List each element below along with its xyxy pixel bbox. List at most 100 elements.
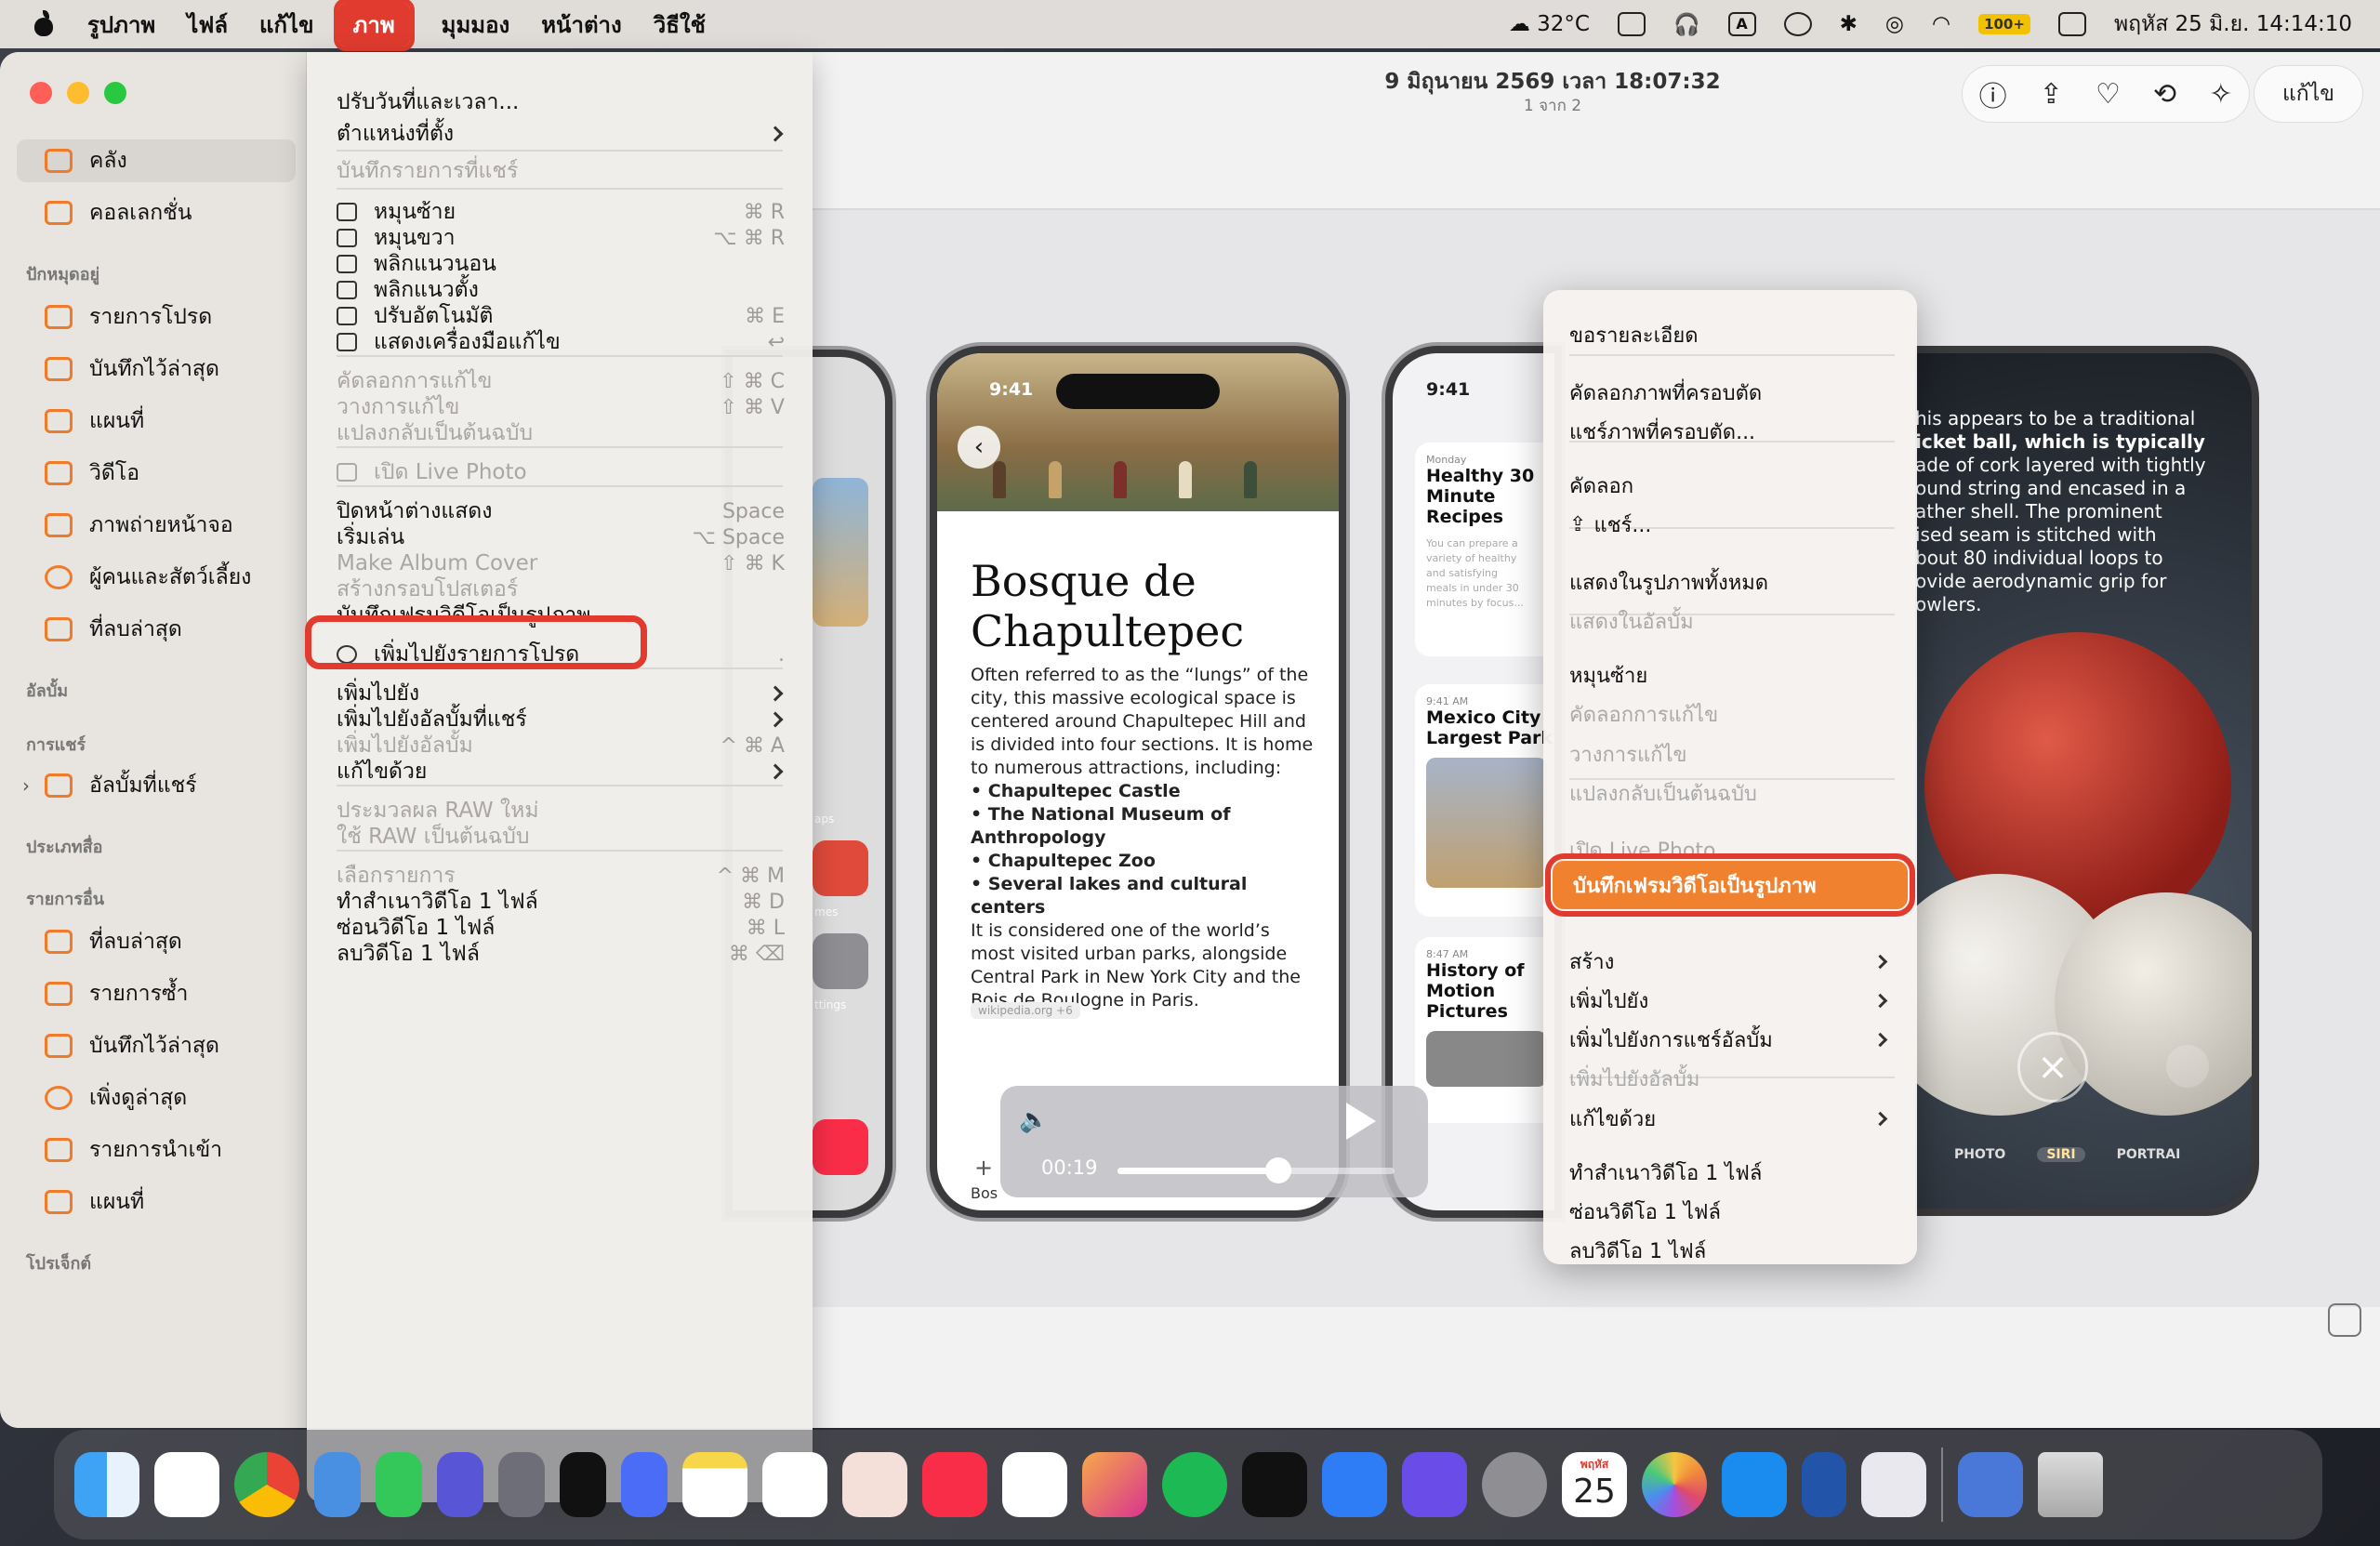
wifi-icon[interactable]: ◠ bbox=[1932, 12, 1950, 36]
image-menu-item[interactable]: แก้ไขด้วย bbox=[337, 753, 798, 790]
close-window-button[interactable] bbox=[30, 82, 52, 104]
sidebar-item-recently-saved-2[interactable]: บันทึกไว้ล่าสุด bbox=[17, 1024, 296, 1067]
launchpad-icon[interactable] bbox=[1861, 1452, 1926, 1517]
share-icon[interactable]: ⇪ bbox=[2040, 78, 2063, 111]
menu-bar-clock[interactable]: พฤหัส 25 มิ.ย. 14:14:10 bbox=[2114, 7, 2352, 41]
context-menu-item[interactable]: คัดลอก bbox=[1569, 468, 1895, 503]
music-icon[interactable] bbox=[922, 1452, 987, 1517]
sidebar-item-map-2[interactable]: แผนที่ bbox=[17, 1181, 296, 1223]
sidebar-item-map[interactable]: แผนที่ bbox=[17, 400, 296, 443]
app-icon[interactable] bbox=[560, 1452, 606, 1517]
image-menu-item[interactable]: ลบวิดีโอ 1 ไฟล์ ⌘ ⌫ bbox=[337, 935, 798, 972]
sidebar-item-shared-albums[interactable]: › อัลบั้มที่แชร์ bbox=[17, 764, 296, 807]
sidebar-item-videos[interactable]: วิดีโอ bbox=[17, 452, 296, 495]
input-source-icon[interactable]: A bbox=[1727, 12, 1756, 36]
live-text-icon[interactable] bbox=[2328, 1303, 2361, 1337]
image-menu-item[interactable]: แสดงเครื่องมือแก้ไข ↩ bbox=[337, 324, 798, 361]
notes-icon[interactable] bbox=[682, 1452, 747, 1517]
sidebar-item-duplicates[interactable]: รายการซ้ำ bbox=[17, 972, 296, 1015]
context-menu-item[interactable]: หมุนซ้าย bbox=[1569, 657, 1895, 693]
menu-edit[interactable]: แก้ไข bbox=[259, 7, 313, 43]
video-scrubber[interactable] bbox=[1117, 1157, 1395, 1183]
calendar-icon[interactable]: พฤหัส 25 bbox=[1562, 1452, 1627, 1517]
sidebar-item-imports[interactable]: รายการนำเข้า bbox=[17, 1129, 296, 1171]
volume-icon[interactable]: 🔈 bbox=[1019, 1106, 1049, 1134]
control-center-icon[interactable] bbox=[2057, 12, 2086, 36]
sidebar-item-people-pets[interactable]: ผู้คนและสัตว์เลี้ยง bbox=[17, 556, 296, 599]
context-menu-item-save-frame[interactable]: บันทึกเฟรมวิดีโอเป็นรูปภาพ bbox=[1545, 853, 1915, 917]
headphones-icon[interactable]: 🎧 bbox=[1673, 12, 1700, 37]
minimize-window-button[interactable] bbox=[67, 82, 89, 104]
spotify-icon[interactable] bbox=[1162, 1452, 1227, 1517]
app-icon[interactable] bbox=[376, 1452, 422, 1517]
app-icon[interactable] bbox=[842, 1452, 907, 1517]
edit-button[interactable]: แก้ไข bbox=[2254, 65, 2363, 123]
apple-tv-icon[interactable] bbox=[1242, 1452, 1307, 1517]
article-outro: It is considered one of the world’s most… bbox=[971, 920, 1301, 1011]
context-menu-item[interactable]: ขอรายละเอียด bbox=[1569, 317, 1895, 352]
keyboard-icon[interactable] bbox=[1617, 12, 1646, 36]
sidebar-item-favorites[interactable]: รายการโปรด bbox=[17, 296, 296, 338]
rotate-icon[interactable]: ⟲ bbox=[2153, 78, 2176, 111]
battery-icon[interactable]: 100+ bbox=[1978, 14, 2030, 34]
play-button[interactable] bbox=[1346, 1103, 1376, 1140]
menu-image[interactable]: ภาพ bbox=[333, 0, 415, 51]
app-icon[interactable] bbox=[1802, 1452, 1846, 1517]
chrome-icon[interactable] bbox=[234, 1452, 299, 1517]
sidebar-item-library[interactable]: คลัง bbox=[17, 139, 296, 182]
sidebar-item-screenshots[interactable]: ภาพถ่ายหน้าจอ bbox=[17, 504, 296, 547]
airdrop-icon[interactable]: ◎ bbox=[1885, 12, 1904, 36]
context-menu-item[interactable]: แก้ไขด้วย bbox=[1569, 1101, 1895, 1136]
weather-status[interactable]: ☁ 32°C bbox=[1509, 12, 1590, 36]
app-store-icon[interactable] bbox=[1722, 1452, 1787, 1517]
sidebar-item-recently-deleted[interactable]: ที่ลบล่าสุด bbox=[17, 608, 296, 651]
card-title: Healthy 30 Minute Recipes bbox=[1426, 466, 1535, 527]
menu-view[interactable]: มุมมอง bbox=[442, 7, 510, 43]
context-menu-item[interactable]: คัดลอกภาพที่ครอบตัด bbox=[1569, 375, 1895, 410]
zoom-window-button[interactable] bbox=[104, 82, 126, 104]
heart-icon[interactable]: ♡ bbox=[2096, 78, 2121, 111]
context-menu-item[interactable]: ⇪ แชร์... bbox=[1569, 507, 1895, 542]
downloads-icon[interactable] bbox=[1958, 1452, 2023, 1517]
context-menu-item[interactable]: เพิ่มไปยังการแชร์อัลบั้ม bbox=[1569, 1022, 1895, 1057]
auto-enhance-icon[interactable]: ✧ bbox=[2209, 78, 2232, 111]
photos-icon[interactable] bbox=[1642, 1452, 1707, 1517]
app-icon[interactable] bbox=[621, 1452, 668, 1517]
context-menu-item[interactable]: เพิ่มไปยัง bbox=[1569, 983, 1895, 1018]
menu-file[interactable]: ไฟล์ bbox=[187, 7, 228, 43]
sidebar-item-recently-deleted-2[interactable]: ที่ลบล่าสุด bbox=[17, 920, 296, 963]
trash-icon[interactable] bbox=[2038, 1452, 2103, 1517]
scrubber-knob[interactable] bbox=[1264, 1157, 1291, 1183]
capcut-icon[interactable] bbox=[1002, 1452, 1067, 1517]
context-menu-item[interactable]: สร้าง bbox=[1569, 944, 1895, 979]
menu-help[interactable]: วิธีใช้ bbox=[654, 7, 706, 43]
app-icon[interactable] bbox=[314, 1452, 361, 1517]
app-icon[interactable] bbox=[437, 1452, 483, 1517]
context-menu-item[interactable]: ลบวิดีโอ 1 ไฟล์ bbox=[1569, 1233, 1895, 1268]
sidebar-section-other: รายการอื่น bbox=[26, 890, 105, 909]
app-icon[interactable] bbox=[1402, 1452, 1467, 1517]
system-settings-icon[interactable] bbox=[1482, 1452, 1547, 1517]
context-menu-item[interactable]: แสดงในรูปภาพทั้งหมด bbox=[1569, 564, 1895, 600]
finder-icon[interactable] bbox=[74, 1452, 139, 1517]
context-menu-item[interactable]: แชร์ภาพที่ครอบตัด... bbox=[1569, 414, 1895, 449]
app-icon[interactable] bbox=[498, 1452, 545, 1517]
mail-icon[interactable] bbox=[154, 1452, 219, 1517]
play-icon[interactable] bbox=[1783, 12, 1812, 36]
menu-item-label: ขอรายละเอียด bbox=[1569, 324, 1699, 348]
menu-photos[interactable]: รูปภาพ bbox=[87, 7, 155, 43]
info-icon[interactable]: ⓘ bbox=[1979, 73, 2007, 114]
menu-window[interactable]: หน้าต่าง bbox=[541, 7, 621, 43]
sidebar-item-recently-viewed[interactable]: เพิ่งดูล่าสุด bbox=[17, 1077, 296, 1119]
context-menu-item[interactable]: ซ่อนวิดีโอ 1 ไฟล์ bbox=[1569, 1194, 1895, 1229]
sidebar-item-recently-saved[interactable]: บันทึกไว้ล่าสุด bbox=[17, 348, 296, 390]
bluetooth-icon[interactable]: ✱ bbox=[1840, 12, 1858, 36]
image-menu-item[interactable]: ตำแหน่งที่ตั้ง bbox=[337, 115, 798, 152]
app-icon[interactable] bbox=[1322, 1452, 1387, 1517]
context-menu-item[interactable]: ทำสำเนาวิดีโอ 1 ไฟล์ bbox=[1569, 1155, 1895, 1190]
final-cut-icon[interactable] bbox=[1082, 1452, 1147, 1517]
apple-menu-icon[interactable] bbox=[32, 10, 56, 38]
chevron-right-icon[interactable]: › bbox=[22, 774, 30, 797]
reminders-icon[interactable] bbox=[762, 1452, 827, 1517]
sidebar-item-collections[interactable]: คอลเลกชั่น bbox=[17, 192, 296, 234]
